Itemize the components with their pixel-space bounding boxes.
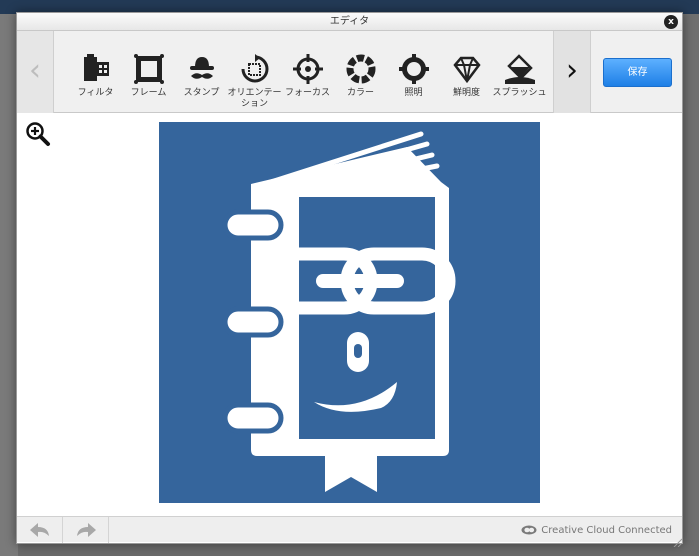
film-icon bbox=[80, 53, 112, 85]
tool-filter[interactable]: フィルタ bbox=[69, 31, 122, 113]
edited-image bbox=[159, 122, 540, 503]
tool-label: フィルタ bbox=[77, 88, 114, 98]
undo-icon bbox=[30, 523, 49, 537]
redo-icon bbox=[77, 523, 96, 537]
tool-color[interactable]: カラー bbox=[334, 31, 387, 113]
chevron-left-icon: ‹ bbox=[29, 53, 41, 88]
frame-icon bbox=[133, 53, 165, 85]
tool-label: フレーム bbox=[130, 88, 167, 98]
creative-cloud-icon bbox=[521, 525, 537, 535]
scroll-left-button[interactable]: ‹ bbox=[17, 31, 54, 113]
crosshair-icon bbox=[292, 53, 324, 85]
tool-frame[interactable]: フレーム bbox=[122, 31, 175, 113]
zoom-in-icon[interactable] bbox=[25, 121, 51, 147]
rotate-icon bbox=[239, 53, 271, 85]
hat-mustache-icon bbox=[186, 53, 218, 85]
editor-bottombar: Creative Cloud Connected bbox=[17, 516, 683, 548]
editor-title: エディタ bbox=[329, 16, 370, 27]
tool-focus[interactable]: フォーカス bbox=[281, 31, 334, 113]
paint-bucket-icon bbox=[504, 53, 536, 85]
close-button[interactable]: x bbox=[664, 15, 678, 29]
tool-lighting[interactable]: 照明 bbox=[387, 31, 440, 113]
tool-label: スプラッシュ bbox=[492, 88, 547, 98]
tool-label: フォーカス bbox=[284, 88, 330, 98]
tool-splash[interactable]: スプラッシュ bbox=[492, 31, 547, 113]
tool-stamp[interactable]: スタンプ bbox=[175, 31, 228, 113]
diamond-icon bbox=[451, 53, 483, 85]
tool-label: カラー bbox=[346, 88, 374, 98]
sun-icon bbox=[398, 53, 430, 85]
status-text: Creative Cloud Connected bbox=[541, 524, 672, 536]
redo-button[interactable] bbox=[63, 517, 109, 543]
scroll-right-button[interactable]: › bbox=[553, 31, 591, 113]
creative-cloud-status: Creative Cloud Connected bbox=[521, 517, 672, 543]
tool-sharpness[interactable]: 鮮明度 bbox=[440, 31, 493, 113]
notebook-chain-glasses-icon bbox=[222, 131, 456, 492]
editor-titlebar: エディタ bbox=[17, 13, 682, 31]
undo-button[interactable] bbox=[17, 517, 63, 543]
tool-toolbar: ‹ フィルタ フレーム スタンプ オリエンテーション フォーカス カラー 照明 … bbox=[17, 31, 682, 113]
tool-orientation[interactable]: オリエンテーション bbox=[227, 31, 282, 113]
save-button[interactable]: 保存 bbox=[603, 58, 672, 87]
color-ring-icon bbox=[345, 53, 377, 85]
editor-dialog: エディタ x ‹ フィルタ フレーム スタンプ オリエンテーション フォーカス … bbox=[16, 12, 683, 548]
chevron-right-icon: › bbox=[566, 53, 578, 88]
tool-label: スタンプ bbox=[183, 88, 220, 98]
resize-grip-icon[interactable] bbox=[672, 532, 683, 548]
tools-strip: フィルタ フレーム スタンプ オリエンテーション フォーカス カラー 照明 鮮明… bbox=[54, 31, 553, 113]
tool-label: オリエンテーション bbox=[227, 88, 282, 109]
image-canvas[interactable] bbox=[17, 113, 682, 516]
tool-label: 鮮明度 bbox=[452, 88, 480, 98]
tool-label: 照明 bbox=[404, 88, 423, 98]
